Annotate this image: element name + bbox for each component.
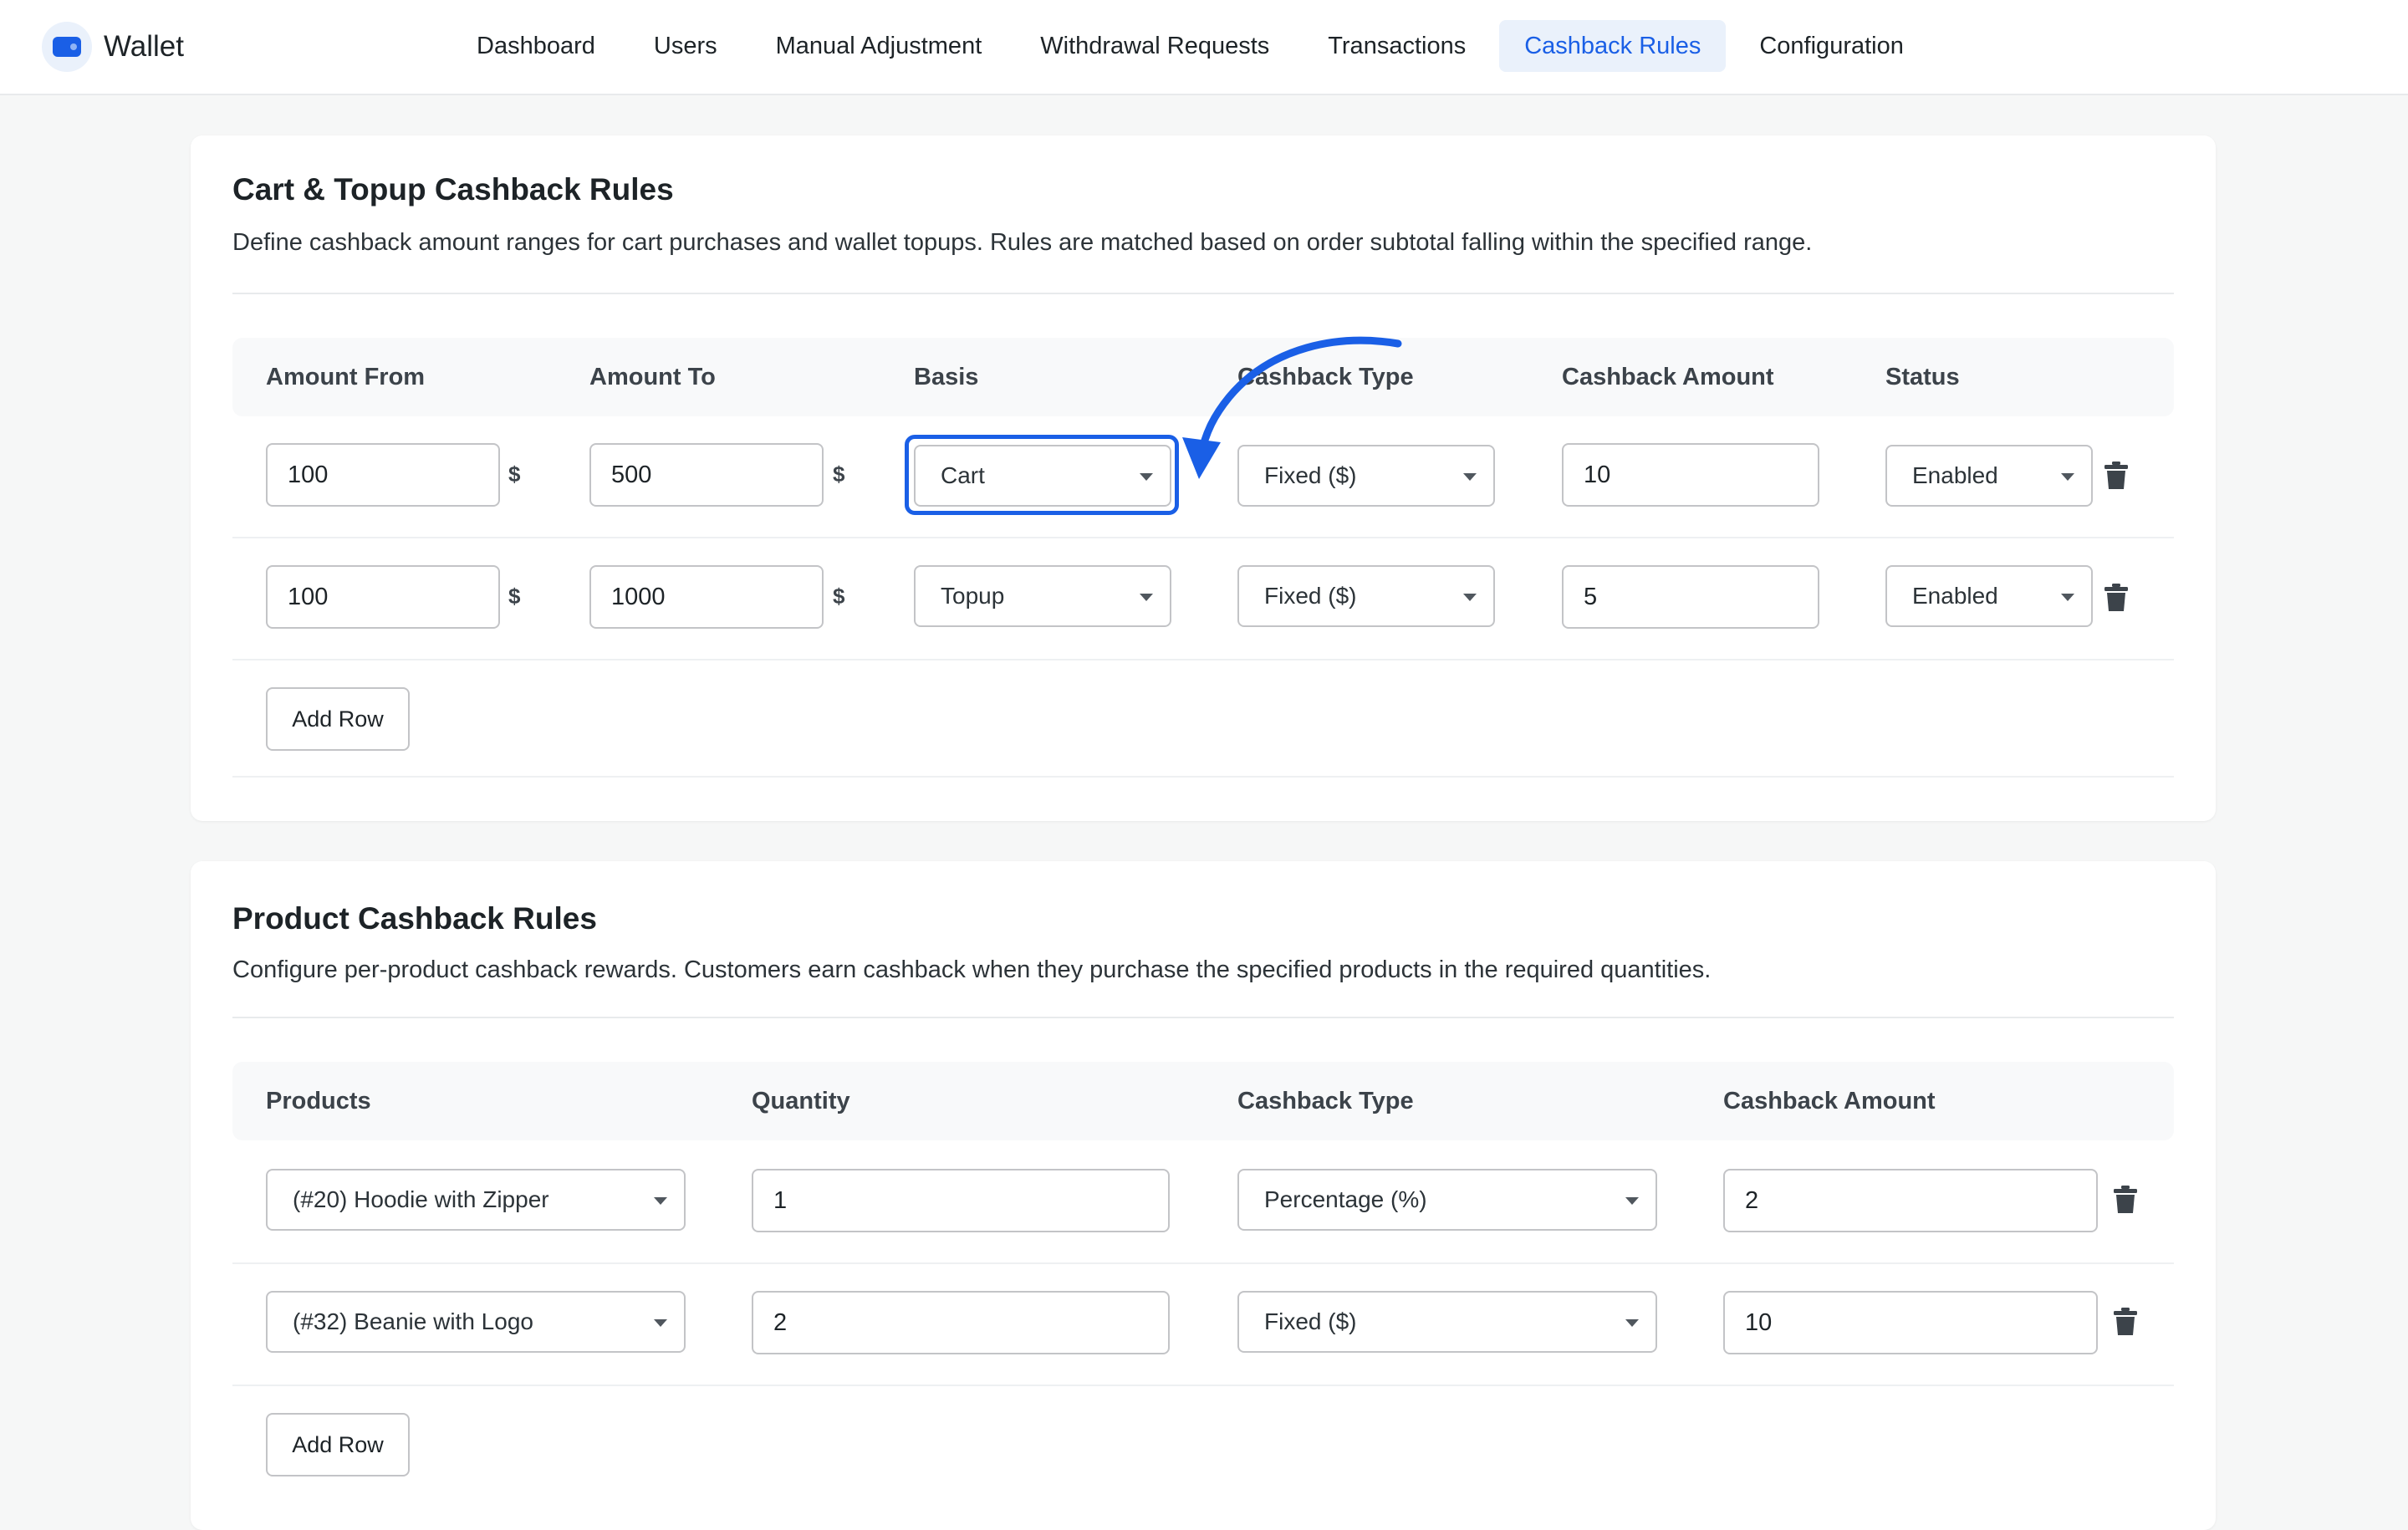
section-title: Product Cashback Rules [232,901,597,936]
highlight-box [905,435,1179,515]
table-bottom-divider [232,776,2174,778]
column-header-amount-from: Amount From [266,364,426,390]
column-header-amount-to: Amount To [589,364,716,390]
column-header-cashback-amount: Cashback Amount [1723,1088,1936,1114]
nav-item-withdrawal-requests[interactable]: Withdrawal Requests [1015,20,1294,72]
chevron-down-icon [2061,473,2074,481]
divider [232,1017,2174,1018]
amount-from-input[interactable]: 100 [266,565,500,629]
table-header: Products Quantity Cashback Type Cashback… [232,1062,2174,1140]
nav-item-cashback-rules[interactable]: Cashback Rules [1499,20,1727,72]
main-nav: Dashboard Users Manual Adjustment Withdr… [452,20,1937,72]
section-description: Define cashback amount ranges for cart p… [232,229,1813,256]
add-row-button[interactable]: Add Row [266,687,410,751]
row-divider [232,1262,2174,1264]
product-rules-card: Product Cashback Rules Configure per-pro… [191,861,2216,1530]
nav-item-manual-adjustment[interactable]: Manual Adjustment [751,20,1008,72]
amount-to-input[interactable]: 1000 [589,565,824,629]
section-title: Cart & Topup Cashback Rules [232,172,674,207]
row-divider [232,537,2174,538]
quantity-input[interactable]: 2 [752,1291,1170,1354]
cashback-type-select-value: Percentage (%) [1264,1186,1427,1212]
trash-icon[interactable] [2104,584,2128,612]
currency-unit: $ [508,584,521,609]
nav-item-users[interactable]: Users [629,20,742,72]
chevron-down-icon [1463,473,1477,481]
chevron-down-icon [1625,1319,1639,1327]
wallet-icon [42,22,92,72]
currency-unit: $ [833,462,845,487]
status-select[interactable]: Enabled [1885,445,2093,507]
cashback-amount-input[interactable]: 10 [1723,1291,2098,1354]
chevron-down-icon [1463,594,1477,601]
top-navigation-bar: Wallet Dashboard Users Manual Adjustment… [0,0,2408,95]
currency-unit: $ [833,584,845,609]
chevron-down-icon [1140,594,1153,601]
nav-item-dashboard[interactable]: Dashboard [452,20,620,72]
status-select-value: Enabled [1912,462,1998,488]
add-row-button[interactable]: Add Row [266,1413,410,1476]
column-header-cashback-amount: Cashback Amount [1562,364,1774,390]
amount-to-input[interactable]: 500 [589,443,824,507]
trash-icon[interactable] [2104,462,2128,490]
nav-item-transactions[interactable]: Transactions [1303,20,1491,72]
column-header-products: Products [266,1088,371,1114]
cashback-amount-input[interactable]: 2 [1723,1169,2098,1232]
nav-item-configuration[interactable]: Configuration [1734,20,1929,72]
annotation-arrow-icon [1182,336,1402,479]
cashback-type-select[interactable]: Fixed ($) [1237,565,1495,627]
column-header-quantity: Quantity [752,1088,850,1114]
column-header-status: Status [1885,364,1960,390]
column-header-basis: Basis [914,364,979,390]
amount-from-input[interactable]: 100 [266,443,500,507]
cashback-type-select-value: Fixed ($) [1264,1308,1357,1334]
chevron-down-icon [2061,594,2074,601]
cashback-amount-input[interactable]: 5 [1562,565,1819,629]
trash-icon[interactable] [2114,1186,2137,1214]
column-header-cashback-type: Cashback Type [1237,1088,1414,1114]
cashback-type-select-value: Fixed ($) [1264,583,1357,609]
currency-unit: $ [508,462,521,487]
trash-icon[interactable] [2114,1308,2137,1336]
status-select[interactable]: Enabled [1885,565,2093,627]
cashback-amount-input[interactable]: 10 [1562,443,1819,507]
chevron-down-icon [1625,1197,1639,1205]
chevron-down-icon [654,1319,667,1327]
basis-select-value: Topup [941,583,1005,609]
brand[interactable]: Wallet [42,22,184,72]
cashback-type-select[interactable]: Percentage (%) [1237,1169,1657,1231]
cashback-type-select[interactable]: Fixed ($) [1237,1291,1657,1353]
divider [232,293,2174,294]
app-name: Wallet [104,30,184,63]
product-select-value: (#20) Hoodie with Zipper [293,1186,549,1212]
row-divider [232,1385,2174,1386]
section-description: Configure per-product cashback rewards. … [232,956,1712,983]
row-divider [232,659,2174,660]
product-select[interactable]: (#20) Hoodie with Zipper [266,1169,686,1231]
quantity-input[interactable]: 1 [752,1169,1170,1232]
status-select-value: Enabled [1912,583,1998,609]
product-select-value: (#32) Beanie with Logo [293,1308,533,1334]
product-select[interactable]: (#32) Beanie with Logo [266,1291,686,1353]
chevron-down-icon [654,1197,667,1205]
basis-select[interactable]: Topup [914,565,1171,627]
